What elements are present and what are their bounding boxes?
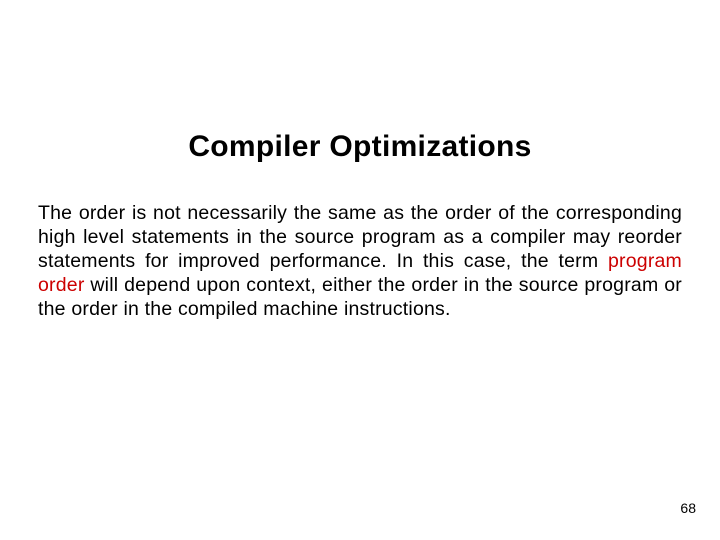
slide-container: Compiler Optimizations The order is not … [0,0,720,540]
body-text-part1: The order is not necessarily the same as… [38,202,682,272]
slide-body: The order is not necessarily the same as… [38,202,682,322]
body-text-part2: will depend upon context, either the ord… [38,274,682,320]
page-number: 68 [680,500,696,516]
slide-title: Compiler Optimizations [38,130,682,164]
